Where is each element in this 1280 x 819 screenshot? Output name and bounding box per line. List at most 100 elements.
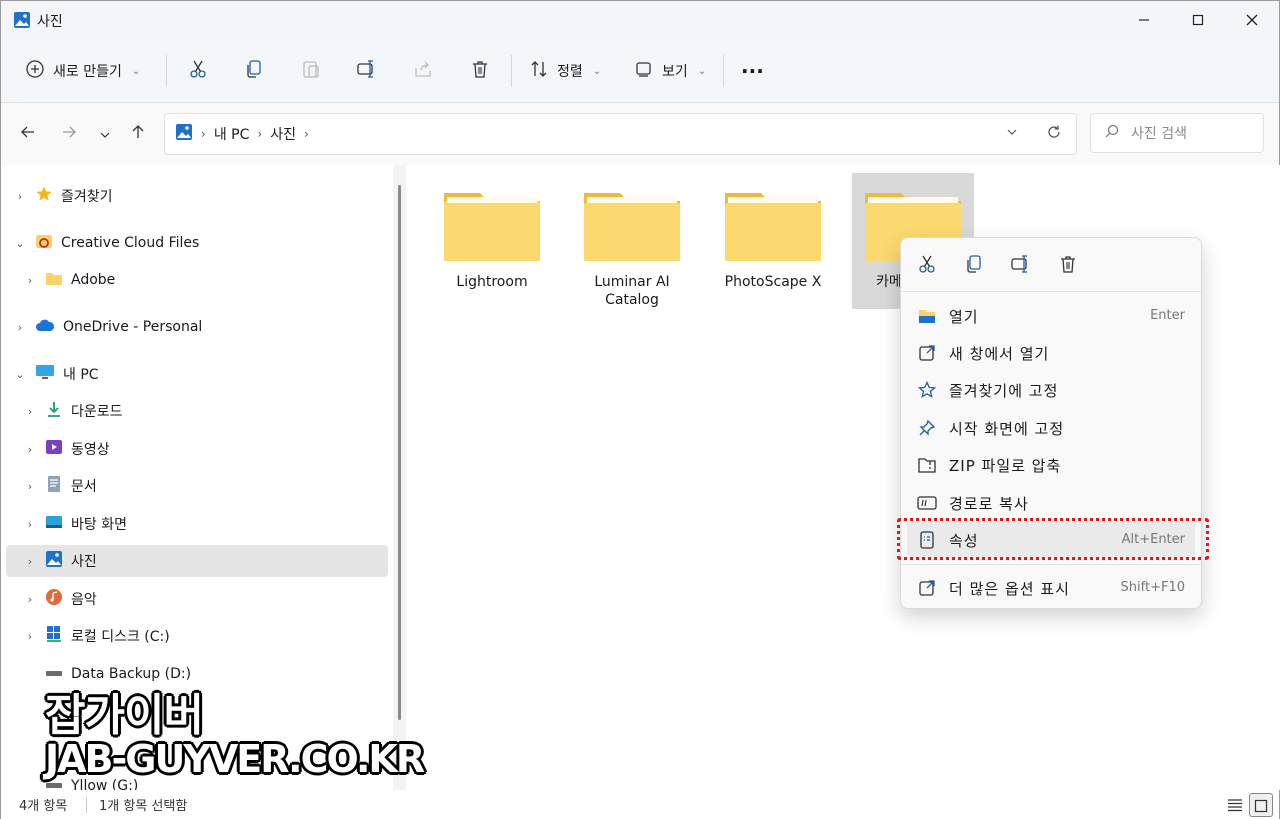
sidebar-item-label: 즐겨찾기 [61,189,113,205]
context-delete-button[interactable] [1054,252,1082,280]
menu-item-copy-path[interactable]: 경로로 복사 [907,485,1195,521]
minimize-button[interactable] [1119,1,1169,39]
status-divider [86,797,87,813]
rename-icon [356,59,378,83]
status-bar: 4개 항목 1개 항목 선택함 [1,790,1279,819]
view-label: 보기 [662,64,688,80]
chevron-right-icon[interactable]: › [23,480,37,493]
sidebar-item-adobe[interactable]: › Adobe [23,264,116,296]
context-rename-button[interactable] [1007,252,1035,280]
sidebar-item-desktop[interactable]: › 바탕 화면 [23,508,127,540]
sidebar-item-creative-cloud[interactable]: ⌄ Creative Cloud Files [13,227,199,259]
breadcrumb-separator: › [201,127,206,141]
menu-item-pin-favorites[interactable]: 즐겨찾기에 고정 [907,372,1195,408]
sidebar-item-label: 음악 [71,592,97,608]
star-icon [35,185,53,207]
sidebar-item-my-pc[interactable]: ⌄ 내 PC [13,358,99,390]
sidebar-item-downloads[interactable]: › 다운로드 [23,395,123,427]
chevron-right-icon[interactable]: › [23,274,37,287]
rename-icon [1010,254,1032,278]
large-icons-view-button[interactable] [1249,793,1273,817]
more-options-button[interactable]: ... [741,49,764,83]
menu-item-show-more-options[interactable]: 더 많은 옵션 표시 Shift+F10 [907,570,1195,606]
chevron-down-icon: ⌄ [592,65,602,77]
search-input[interactable]: 사진 검색 [1090,113,1264,153]
folder-item[interactable]: Luminar AI Catalog [571,175,693,311]
menu-item-pin-start[interactable]: 시작 화면에 고정 [907,410,1195,446]
folder-item[interactable]: Lightroom [431,175,553,311]
up-button[interactable] [127,123,149,145]
sidebar-item-label: OneDrive - Personal [63,319,203,335]
toolbar-divider [723,55,724,87]
watermark-url: JAB-GUYVER.CO.KR [45,737,425,781]
back-button[interactable] [17,123,39,145]
toolbar-divider [166,55,167,87]
folder-name: Luminar AI Catalog [594,274,670,308]
sidebar-item-onedrive[interactable]: › OneDrive - Personal [13,311,203,343]
folder-name: 카메 [876,274,902,290]
sidebar-item-documents[interactable]: › 문서 [23,470,97,502]
chevron-right-icon[interactable]: › [23,555,37,568]
share-button[interactable] [408,56,438,86]
sort-button[interactable]: 정렬 ⌄ [529,54,601,88]
document-icon [45,475,63,497]
refresh-icon[interactable] [1046,124,1062,144]
menu-item-label: ZIP 파일로 압축 [949,457,1062,475]
cut-button[interactable] [183,56,213,86]
rename-button[interactable] [352,56,382,86]
delete-button[interactable] [465,56,495,86]
details-view-button[interactable] [1223,793,1247,817]
copy-button[interactable] [239,56,269,86]
view-button[interactable]: 보기 ⌄ [634,54,706,88]
forward-button[interactable] [58,123,80,145]
chevron-down-icon[interactable]: ⌄ [13,368,27,381]
pictures-icon [175,123,193,145]
menu-item-compress-zip[interactable]: ZIP 파일로 압축 [907,447,1195,483]
sidebar-item-local-disk-c[interactable]: › 로컬 디스크 (C:) [23,620,170,652]
address-bar[interactable]: › 내 PC › 사진 › [164,113,1077,155]
watermark-title: 잡가이버 [45,690,204,741]
sidebar-item-music[interactable]: › 음악 [23,583,97,615]
context-cut-button[interactable] [913,252,941,280]
maximize-button[interactable] [1173,1,1223,39]
share-icon [413,59,433,83]
breadcrumb-separator: › [257,127,263,141]
navigation-row: › 내 PC › 사진 › 사진 검색 [1,103,1279,165]
menu-item-label: 더 많은 옵션 표시 [949,580,1070,598]
copy-icon [244,59,264,83]
chevron-right-icon[interactable]: › [23,593,37,606]
sidebar-item-favorites[interactable]: › 즐겨찾기 [13,180,113,212]
sidebar-scrollbar[interactable] [398,185,401,720]
add-icon [25,59,45,83]
search-icon [1105,124,1119,142]
folder-icon [45,270,63,290]
sidebar-item-pictures[interactable]: › 사진 [6,545,388,577]
menu-item-open[interactable]: 열기 Enter [907,298,1195,334]
sidebar-item-videos[interactable]: › 동영상 [23,433,110,465]
chevron-right-icon[interactable]: › [23,630,37,643]
breadcrumb-pictures[interactable]: 사진 [270,124,296,144]
address-dropdown-icon[interactable] [1006,126,1018,141]
new-button[interactable]: 새로 만들기 ⌄ [25,54,140,88]
chevron-right-icon[interactable]: › [23,518,37,531]
breadcrumb-my-pc[interactable]: 내 PC [214,124,250,144]
sidebar-item-label: 동영상 [71,442,110,458]
menu-item-label: 시작 화면에 고정 [949,420,1065,438]
chevron-down-icon[interactable]: ⌄ [13,237,27,250]
selection-count: 1개 항목 선택함 [99,799,188,814]
toolbar-divider [511,55,512,87]
zip-icon [917,455,937,475]
menu-item-open-new-window[interactable]: 새 창에서 열기 [907,335,1195,371]
recent-locations-button[interactable] [94,123,116,145]
window-title: 사진 [37,14,63,30]
folder-item[interactable]: PhotoScape X [712,175,834,311]
close-button[interactable] [1227,1,1277,39]
chevron-right-icon[interactable]: › [13,190,27,203]
command-bar: 새로 만들기 ⌄ 정렬 ⌄ 보기 ⌄ ... [1,41,1279,103]
chevron-right-icon[interactable]: › [23,405,37,418]
tiles-icon [1254,799,1268,817]
paste-button[interactable] [296,56,326,86]
context-copy-button[interactable] [960,252,988,280]
chevron-right-icon[interactable]: › [13,321,27,334]
chevron-right-icon[interactable]: › [23,443,37,456]
